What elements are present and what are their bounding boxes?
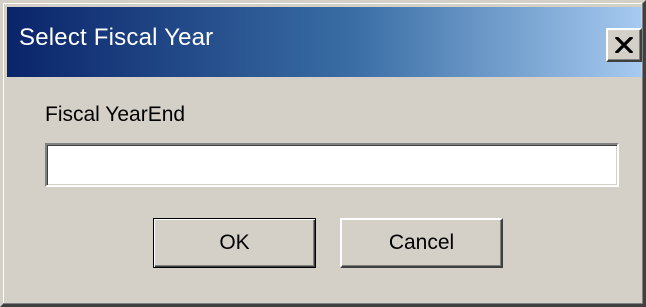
dialog-title: Select Fiscal Year xyxy=(19,24,214,51)
close-button[interactable] xyxy=(606,28,642,62)
close-icon xyxy=(615,37,633,53)
fiscal-year-end-input[interactable] xyxy=(45,143,619,187)
ok-button[interactable]: OK xyxy=(153,218,316,268)
fiscal-year-end-label: Fiscal YearEnd xyxy=(45,103,186,126)
cancel-button[interactable]: Cancel xyxy=(340,218,503,268)
select-fiscal-year-dialog: Select Fiscal Year Fiscal YearEnd OK Can… xyxy=(0,0,646,307)
title-bar[interactable]: Select Fiscal Year xyxy=(7,7,642,77)
